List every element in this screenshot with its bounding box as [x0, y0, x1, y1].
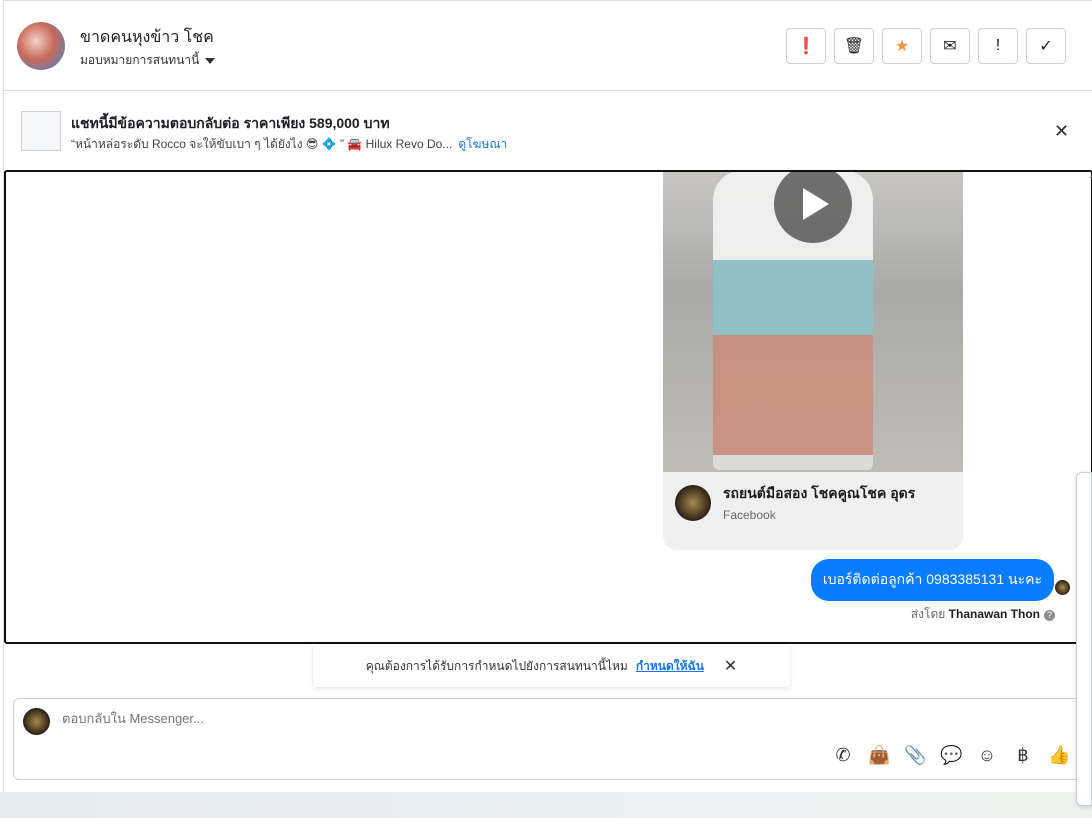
paperclip-icon[interactable]: 📎: [904, 745, 926, 766]
ad-subtitle: “หน้าหล่อระดับ Rocco จะให้ขับเบา ๆ ได้ยั…: [71, 135, 507, 154]
sender-name: Thanawan Thon: [948, 607, 1040, 621]
page-avatar: [23, 708, 50, 735]
alert-circle-icon: ❗: [796, 38, 816, 55]
shared-video-card[interactable]: รถยนต์มือสอง โชคคูณโชค อุดร Facebook: [663, 172, 963, 550]
exclamation-icon: !: [995, 37, 1001, 54]
sender-avatar: [1055, 580, 1070, 595]
conversation-header: ขาดคนหุงข้าว โชค มอบหมายการสนทนานี้ ❗ 🗑 ★ ✉…: [4, 1, 1092, 91]
ad-title: แชทนี้มีข้อความตอบกลับต่อ ราคาเพียง 589,…: [71, 115, 390, 131]
reply-composer: ✆ 👜 📎 💬 ☺ ฿ 👍: [13, 698, 1089, 780]
star-icon: ★: [894, 38, 910, 55]
toast-text: คุณต้องการได้รับการกำหนดไปยังการสนทนานี้…: [365, 658, 628, 673]
video-thumbnail[interactable]: [663, 172, 963, 472]
ad-image: [21, 111, 61, 151]
composer-tools: ✆ 👜 📎 💬 ☺ ฿ 👍: [832, 745, 1070, 766]
message-thread: รถยนต์มือสอง โชคคูณโชค อุดร Facebook เบอ…: [4, 170, 1092, 644]
caret-down-icon: [205, 57, 216, 64]
reply-input[interactable]: [62, 711, 762, 726]
close-icon[interactable]: ✕: [1054, 121, 1069, 142]
alert-circle-button[interactable]: ❗: [786, 28, 826, 64]
emoji-icon[interactable]: ☺: [976, 745, 998, 766]
ad-subtitle-text: “หน้าหล่อระดับ Rocco จะให้ขับเบา ๆ ได้ยั…: [71, 137, 453, 151]
help-icon[interactable]: ?: [1044, 610, 1055, 621]
star-button[interactable]: ★: [882, 28, 922, 64]
view-ad-link[interactable]: ดูโฆษณา: [458, 137, 507, 151]
envelope-button[interactable]: ✉: [930, 28, 970, 64]
thumbs-up-icon[interactable]: 👍: [1048, 745, 1070, 766]
trash-icon: 🗑: [843, 38, 865, 55]
phone-add-icon[interactable]: ✆: [832, 745, 854, 766]
assign-label: มอบหมายการสนทนานี้: [80, 53, 200, 67]
chat-bubble-icon[interactable]: 💬: [940, 745, 962, 766]
sent-by: ส่งโดย Thanawan Thon?: [911, 605, 1055, 624]
close-icon[interactable]: ✕: [724, 656, 737, 676]
page-avatar: [675, 484, 711, 521]
exclamation-button[interactable]: !: [978, 28, 1018, 64]
sent-by-label: ส่งโดย: [910, 607, 946, 621]
shopping-bag-icon[interactable]: 👜: [868, 745, 890, 766]
baht-icon[interactable]: ฿: [1012, 745, 1034, 766]
assign-toast: คุณต้องการได้รับการกำหนดไปยังการสนทนานี้…: [313, 645, 790, 687]
message-bubble: เบอร์ติดต่อลูกค้า 0983385131 นะคะ: [810, 559, 1054, 601]
trash-button[interactable]: 🗑: [834, 28, 874, 64]
assign-to-me-link[interactable]: กำหนดให้ฉัน: [636, 657, 704, 676]
check-button[interactable]: ✓: [1026, 28, 1066, 64]
check-icon: ✓: [1039, 38, 1053, 55]
ad-banner: แชทนี้มีข้อความตอบกลับต่อ ราคาเพียง 589,…: [4, 91, 1092, 169]
card-info: รถยนต์มือสอง โชคคูณโชค อุดร Facebook: [675, 483, 915, 522]
page-name: รถยนต์มือสอง โชคคูณโชค อุดร: [723, 485, 916, 501]
avatar[interactable]: [17, 22, 65, 70]
side-panel-edge[interactable]: [1076, 472, 1092, 806]
envelope-icon: ✉: [943, 38, 957, 55]
contact-name: ขาดคนหุงข้าว โชค: [80, 29, 214, 46]
header-actions: ❗ 🗑 ★ ✉! ✓: [786, 28, 1066, 64]
card-source: Facebook: [723, 508, 776, 522]
assign-dropdown[interactable]: มอบหมายการสนทนานี้: [80, 51, 216, 70]
footer-bar: [0, 792, 1092, 818]
